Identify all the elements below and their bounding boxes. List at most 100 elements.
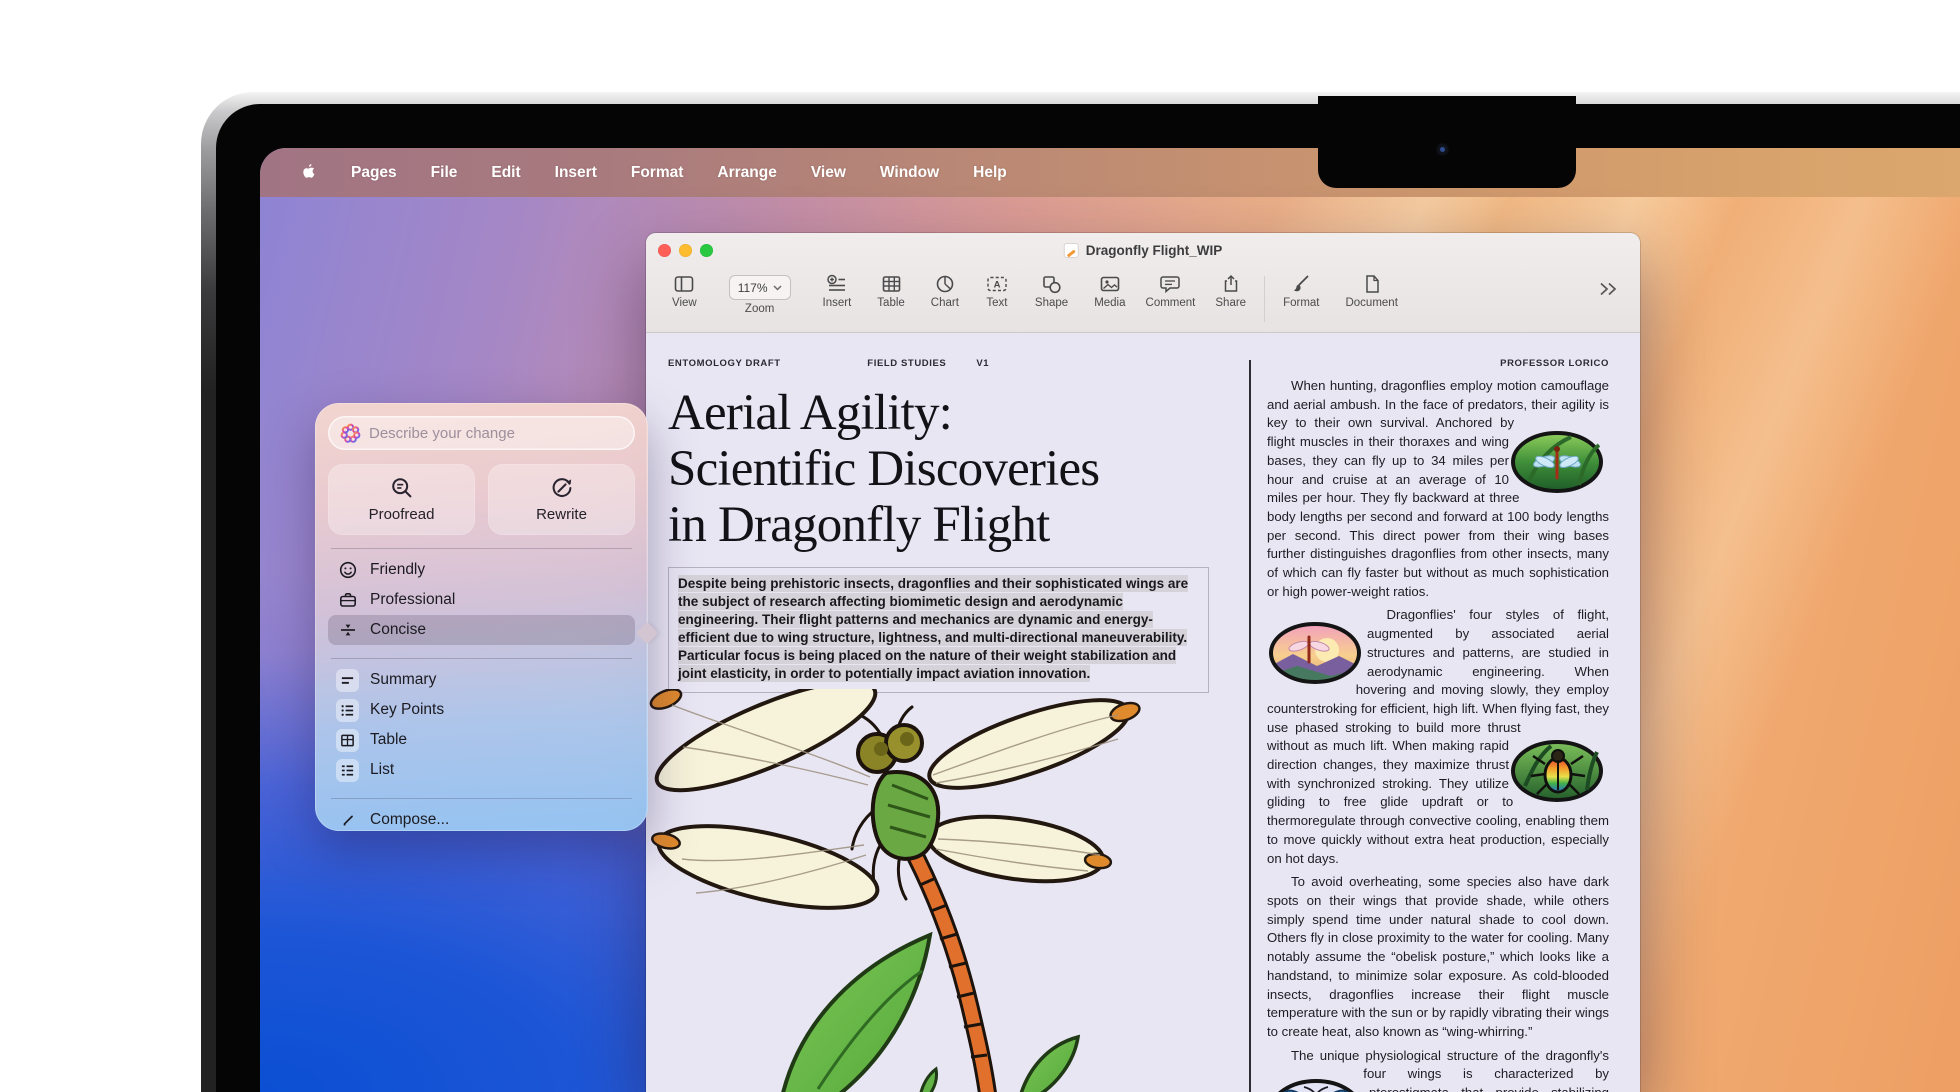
menu-bar: Pages File Edit Insert Format Arrange Vi… [260, 148, 1960, 197]
paragraph-1[interactable]: When hunting, dragonflies employ motion … [1267, 377, 1609, 601]
paragraph-4[interactable]: The unique physiological structure of th… [1267, 1047, 1609, 1092]
minimize-button[interactable] [679, 244, 692, 257]
menu-item-help[interactable]: Help [973, 164, 1007, 182]
professional-briefcase-icon [336, 589, 359, 612]
describe-change-input[interactable]: Describe your change [328, 416, 635, 450]
proofread-button[interactable]: Proofread [328, 464, 475, 535]
svg-text:A: A [993, 280, 1000, 291]
masthead-draft: ENTOMOLOGY DRAFT [668, 358, 781, 369]
pages-doc-icon [1064, 243, 1079, 258]
left-column: ENTOMOLOGY DRAFT FIELD STUDIES V1 Aerial… [668, 358, 1208, 693]
toolbar-table-button[interactable]: Table [877, 274, 905, 309]
friendly-smiley-icon [336, 559, 359, 582]
rainbow-beetle-oval-image[interactable] [1509, 606, 1609, 804]
transform-summary[interactable]: Summary [328, 665, 635, 695]
toolbar-document-button[interactable]: Document [1345, 274, 1397, 309]
media-photo-icon [1099, 274, 1121, 294]
toolbar-share-button[interactable]: Share [1215, 274, 1246, 309]
column-rule [1249, 360, 1251, 1092]
insert-icon [826, 274, 848, 294]
text-box-icon: A [985, 274, 1009, 294]
tone-concise[interactable]: Concise [328, 615, 635, 645]
tone-friendly[interactable]: Friendly [328, 555, 635, 585]
concise-compress-icon [336, 619, 359, 642]
dragonfly-illustration[interactable] [648, 689, 1242, 1092]
masthead-author: PROFESSOR LORICO [1267, 358, 1609, 369]
popup-divider [331, 798, 632, 799]
chart-pie-icon [935, 274, 955, 294]
macbook-frame: Pages File Edit Insert Format Arrange Vi… [0, 0, 1960, 1092]
paragraph-3[interactable]: To avoid overheating, some species also … [1267, 873, 1609, 1041]
close-button[interactable] [658, 244, 671, 257]
menu-item-file[interactable]: File [431, 164, 458, 182]
summary-lines-icon [336, 669, 359, 692]
format-brush-icon [1291, 274, 1311, 294]
chevron-down-icon [773, 285, 782, 291]
popup-divider [331, 658, 632, 659]
compose-pencil-icon [336, 809, 359, 832]
writing-tools-popup: Describe your change Proofread [315, 403, 648, 831]
document-page[interactable]: ENTOMOLOGY DRAFT FIELD STUDIES V1 Aerial… [646, 334, 1640, 1092]
masthead-studies: FIELD STUDIES [867, 358, 946, 369]
list-dashes-icon [336, 759, 359, 782]
toolbar-format-button[interactable]: Format [1283, 274, 1319, 309]
transform-key-points[interactable]: Key Points [328, 695, 635, 725]
dragonfly-green-oval-image[interactable] [1509, 377, 1609, 495]
overflow-chevrons-icon [1598, 282, 1618, 296]
key-points-list-icon [336, 699, 359, 722]
toolbar-overflow-button[interactable] [1598, 282, 1618, 301]
compose-item[interactable]: Compose... [328, 805, 635, 835]
rewrite-circle-pencil-icon [550, 476, 574, 500]
menu-item-format[interactable]: Format [631, 164, 684, 182]
table-grid-icon [336, 729, 359, 752]
apple-intelligence-icon [340, 423, 361, 444]
window-title: Dragonfly Flight_WIP [1064, 243, 1223, 258]
title-bar: Dragonfly Flight_WIP [646, 233, 1640, 268]
selected-intro-text[interactable]: Despite being prehistoric insects, drago… [678, 575, 1188, 682]
toolbar-media-button[interactable]: Media [1094, 274, 1125, 309]
transform-table[interactable]: Table [328, 725, 635, 755]
menu-item-insert[interactable]: Insert [555, 164, 597, 182]
paragraph-2[interactable]: Dragonflies' four styles of flight, augm… [1267, 606, 1609, 868]
document-title[interactable]: Aerial Agility: Scientific Discoveries i… [668, 385, 1208, 553]
share-icon [1221, 274, 1241, 294]
toolbar-view-button[interactable]: View [672, 274, 697, 309]
camera-notch [1318, 96, 1576, 188]
masthead-version: V1 [976, 358, 989, 369]
popup-divider [331, 548, 632, 549]
sidebar-view-icon [673, 274, 695, 294]
webcam-icon [1436, 143, 1449, 156]
menu-item-window[interactable]: Window [880, 164, 939, 182]
selected-paragraph-box[interactable]: Despite being prehistoric insects, drago… [668, 567, 1209, 693]
menu-item-arrange[interactable]: Arrange [717, 164, 776, 182]
toolbar-text-button[interactable]: A Text [985, 274, 1009, 309]
toolbar-insert-button[interactable]: Insert [823, 274, 852, 309]
toolbar-comment-button[interactable]: Comment [1146, 274, 1196, 309]
zoom-window-button[interactable] [700, 244, 713, 257]
toolbar-shape-button[interactable]: Shape [1035, 274, 1068, 309]
menu-item-edit[interactable]: Edit [491, 164, 520, 182]
display: Pages File Edit Insert Format Arrange Vi… [260, 148, 1960, 1092]
menu-item-view[interactable]: View [811, 164, 846, 182]
toolbar: View 117% Zoom Insert [646, 268, 1640, 332]
proofread-magnifier-icon [390, 476, 414, 500]
masthead: ENTOMOLOGY DRAFT FIELD STUDIES V1 [668, 358, 1208, 369]
toolbar-chart-button[interactable]: Chart [931, 274, 959, 309]
window-chrome: Dragonfly Flight_WIP View 117% Zoom [646, 233, 1640, 333]
pages-window: Dragonfly Flight_WIP View 117% Zoom [646, 233, 1640, 1092]
input-placeholder: Describe your change [369, 425, 515, 442]
dragonfly-sunset-oval-image[interactable] [1267, 606, 1367, 686]
blue-butterfly-oval-image[interactable] [1267, 1047, 1369, 1092]
document-page-icon [1363, 274, 1381, 294]
toolbar-zoom-control[interactable]: 117% Zoom [729, 274, 791, 315]
table-icon [881, 274, 902, 294]
rewrite-button[interactable]: Rewrite [488, 464, 635, 535]
right-column[interactable]: PROFESSOR LORICO [1267, 358, 1609, 1092]
tone-professional[interactable]: Professional [328, 585, 635, 615]
comment-bubble-icon [1159, 274, 1181, 294]
menu-item-pages[interactable]: Pages [351, 164, 397, 182]
toolbar-divider [1264, 276, 1265, 322]
transform-list[interactable]: List [328, 755, 635, 785]
apple-logo-icon[interactable] [300, 163, 317, 183]
shape-icon [1041, 274, 1062, 294]
